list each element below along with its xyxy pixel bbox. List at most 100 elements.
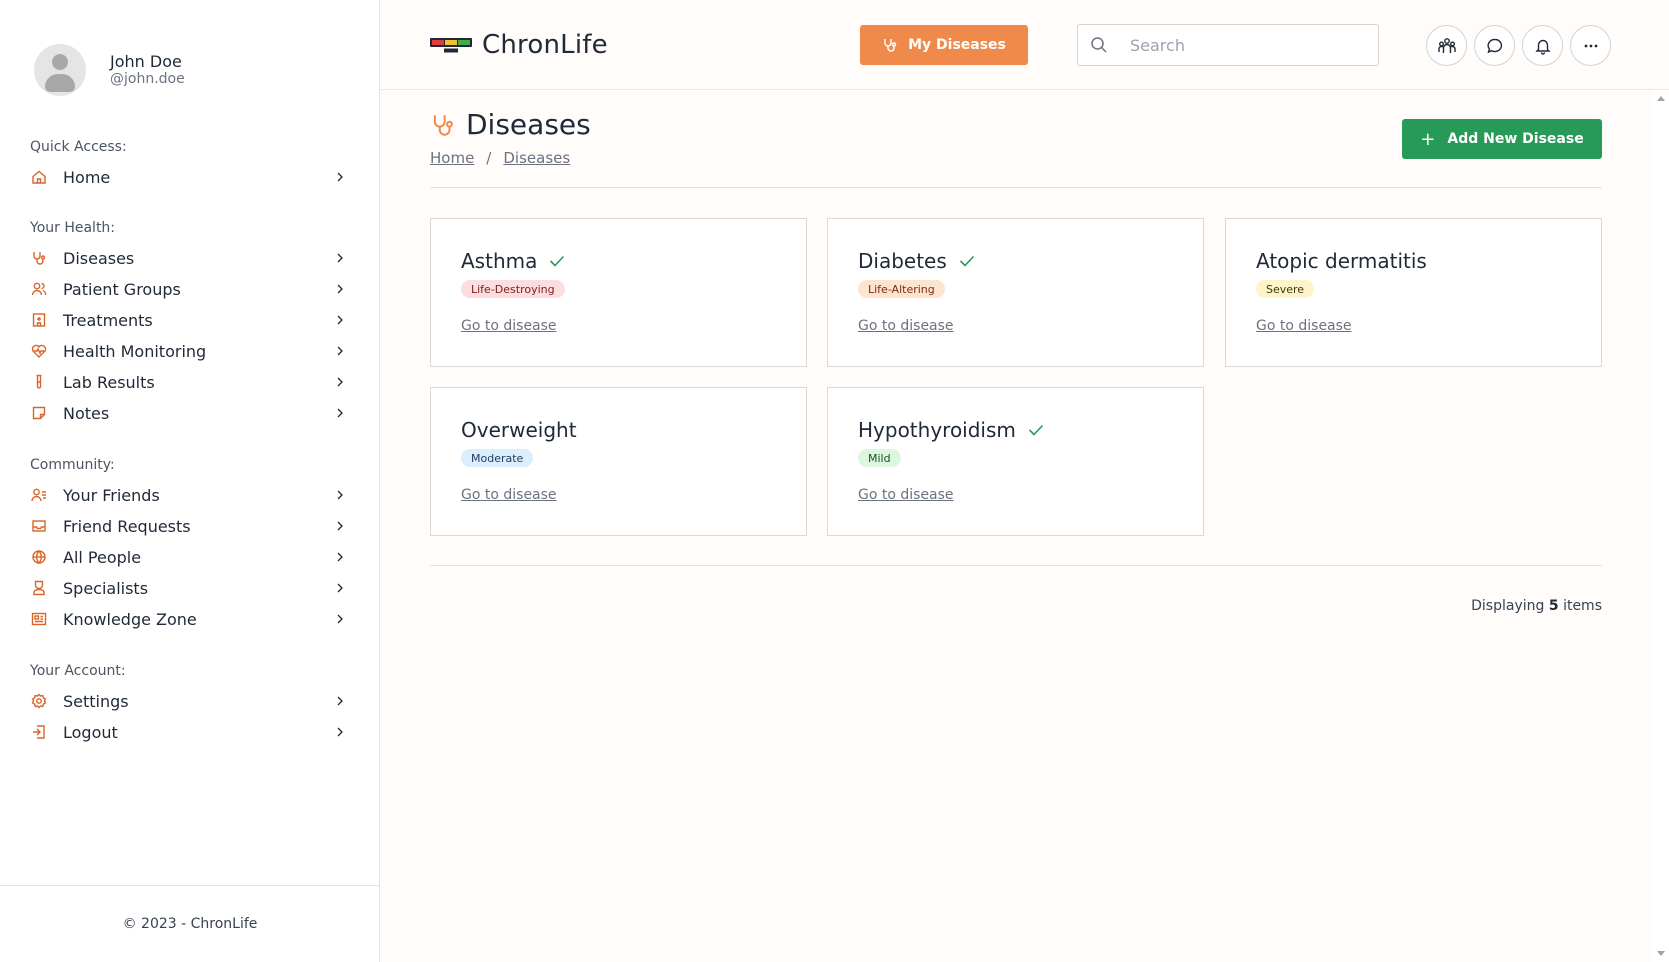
sidebar-item-label: Specialists <box>63 578 149 598</box>
sidebar-item-all-people[interactable]: All People <box>30 544 346 570</box>
messages-button[interactable] <box>1474 25 1515 66</box>
go-to-disease-link[interactable]: Go to disease <box>858 318 954 334</box>
scroll-up-arrow-icon[interactable] <box>1657 96 1665 101</box>
disease-card-diabetes: Diabetes Life-Altering Go to disease <box>827 218 1204 367</box>
sidebar-item-label: All People <box>63 547 142 567</box>
user-name: John Doe <box>110 52 182 71</box>
sidebar-item-label: Treatments <box>63 310 153 330</box>
chevron-right-icon <box>334 582 346 594</box>
hospital-icon <box>30 311 48 329</box>
group-icon <box>1437 37 1456 53</box>
sidebar-footer: © 2023 - ChronLife <box>0 885 380 962</box>
sidebar-item-home[interactable]: Home <box>30 164 346 190</box>
bell-icon <box>1534 39 1551 55</box>
item-count-value: 5 <box>1548 598 1559 614</box>
search-icon <box>1091 37 1107 53</box>
top-header: ChronLife My Diseases <box>380 0 1669 90</box>
sidebar-item-friend-requests[interactable]: Friend Requests <box>30 513 346 539</box>
chevron-right-icon <box>334 489 346 501</box>
page-heading: Diseases <box>430 108 591 141</box>
scroll-down-arrow-icon[interactable] <box>1657 951 1665 956</box>
severity-badge: Life-Altering <box>858 280 945 298</box>
sidebar-item-knowledge-zone[interactable]: Knowledge Zone <box>30 606 346 632</box>
add-new-disease-button[interactable]: + Add New Disease <box>1402 119 1602 159</box>
divider <box>430 565 1602 566</box>
sidebar-item-logout[interactable]: Logout <box>30 719 346 745</box>
scrollbar[interactable] <box>1652 90 1669 962</box>
chevron-right-icon <box>334 695 346 707</box>
chat-icon <box>1486 38 1502 53</box>
disease-name: Overweight <box>461 418 577 442</box>
breadcrumb-home[interactable]: Home <box>430 149 474 167</box>
avatar <box>34 44 86 96</box>
sidebar-item-label: Your Friends <box>63 485 160 505</box>
sidebar-item-label: Home <box>63 167 111 187</box>
sidebar-item-diseases[interactable]: Diseases <box>30 245 346 271</box>
chevron-right-icon <box>334 551 346 563</box>
more-button[interactable] <box>1570 25 1611 66</box>
sidebar-item-label: Patient Groups <box>63 279 181 299</box>
section-title-your-health: Your Health: <box>30 220 116 236</box>
note-icon <box>30 404 48 422</box>
logo[interactable]: ChronLife <box>430 30 608 60</box>
home-icon <box>30 168 48 186</box>
sidebar-item-label: Settings <box>63 691 129 711</box>
test-tube-icon <box>30 373 48 391</box>
check-icon <box>550 255 565 267</box>
my-diseases-button[interactable]: My Diseases <box>860 25 1028 65</box>
item-count-suffix: items <box>1563 598 1602 614</box>
sidebar-item-your-friends[interactable]: Your Friends <box>30 482 346 508</box>
user-handle: @john.doe <box>110 71 185 87</box>
globe-icon <box>30 548 48 566</box>
section-title-quick-access: Quick Access: <box>30 139 127 155</box>
gear-icon <box>30 692 48 710</box>
chevron-right-icon <box>334 613 346 625</box>
newspaper-icon <box>30 610 48 628</box>
my-diseases-label: My Diseases <box>908 37 1006 53</box>
sidebar: John Doe @john.doe Quick Access: Home Yo… <box>0 0 380 962</box>
sidebar-item-specialists[interactable]: Specialists <box>30 575 346 601</box>
section-title-community: Community: <box>30 457 115 473</box>
more-icon <box>1584 44 1597 47</box>
sidebar-item-notes[interactable]: Notes <box>30 400 346 426</box>
severity-badge: Moderate <box>461 449 534 467</box>
sidebar-item-label: Friend Requests <box>63 516 191 536</box>
disease-card-hypothyroidism: Hypothyroidism Mild Go to disease <box>827 387 1204 536</box>
chevron-right-icon <box>334 345 346 357</box>
users-icon <box>30 280 48 298</box>
item-count-prefix: Displaying <box>1471 598 1545 614</box>
go-to-disease-link[interactable]: Go to disease <box>461 487 557 503</box>
go-to-disease-link[interactable]: Go to disease <box>858 487 954 503</box>
sidebar-item-treatments[interactable]: Treatments <box>30 307 346 333</box>
search-input[interactable] <box>1130 35 1350 55</box>
sidebar-item-lab-results[interactable]: Lab Results <box>30 369 346 395</box>
divider <box>430 187 1602 188</box>
sidebar-item-label: Diseases <box>63 248 135 268</box>
section-title-your-account: Your Account: <box>30 663 126 679</box>
plus-icon: + <box>1420 128 1436 150</box>
disease-card-overweight: Overweight Moderate Go to disease <box>430 387 807 536</box>
sidebar-item-health-monitoring[interactable]: Health Monitoring <box>30 338 346 364</box>
sidebar-item-patient-groups[interactable]: Patient Groups <box>30 276 346 302</box>
doctor-icon <box>30 579 48 597</box>
chevron-right-icon <box>334 376 346 388</box>
page-title: Diseases <box>466 108 591 141</box>
sidebar-item-label: Logout <box>63 722 118 742</box>
breadcrumb-diseases[interactable]: Diseases <box>503 149 570 167</box>
disease-name: Hypothyroidism <box>858 418 1016 442</box>
breadcrumb: Home / Diseases <box>430 149 570 167</box>
search-box[interactable] <box>1077 24 1379 66</box>
user-profile[interactable]: John Doe @john.doe <box>34 44 185 96</box>
heart-pulse-icon <box>30 342 48 360</box>
sidebar-item-settings[interactable]: Settings <box>30 688 346 714</box>
go-to-disease-link[interactable]: Go to disease <box>461 318 557 334</box>
inbox-icon <box>30 517 48 535</box>
chevron-right-icon <box>334 283 346 295</box>
disease-name: Atopic dermatitis <box>1256 249 1427 273</box>
group-button[interactable] <box>1426 25 1467 66</box>
go-to-disease-link[interactable]: Go to disease <box>1256 318 1352 334</box>
stethoscope-icon <box>30 249 48 267</box>
sidebar-item-label: Health Monitoring <box>63 341 207 361</box>
logo-text: ChronLife <box>482 30 608 60</box>
notifications-button[interactable] <box>1522 25 1563 66</box>
